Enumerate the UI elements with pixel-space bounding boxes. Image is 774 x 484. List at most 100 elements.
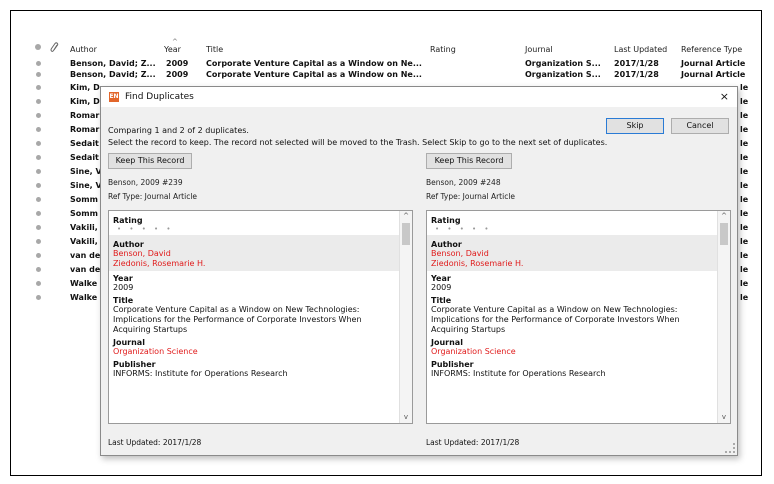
year-label: Year: [113, 274, 133, 283]
publisher-label: Publisher: [431, 360, 474, 369]
cell-author: Walke: [70, 293, 98, 302]
record-id-left: Benson, 2009 #239: [108, 178, 183, 187]
keep-record-right-button[interactable]: Keep This Record: [426, 153, 512, 169]
cell-author: Somm: [70, 195, 98, 204]
last-updated-right: Last Updated: 2017/1/28: [426, 438, 520, 447]
title-value: Corporate Venture Capital as a Window on…: [113, 305, 362, 334]
instructions-text: Select the record to keep. The record no…: [108, 138, 608, 147]
column-rating[interactable]: Rating: [430, 45, 456, 54]
cell-author: Vakili,: [70, 223, 98, 232]
close-icon[interactable]: ×: [720, 90, 729, 103]
cell-ref-type: le: [740, 139, 749, 148]
scroll-up-icon[interactable]: ^: [400, 212, 412, 220]
record-pane-right[interactable]: Rating • • • • • Author Benson, David Zi…: [426, 210, 731, 424]
scrollbar-right[interactable]: ^ v: [717, 211, 730, 423]
scroll-up-icon[interactable]: ^: [718, 212, 730, 220]
scroll-thumb[interactable]: [402, 223, 410, 245]
year-value: 2009: [431, 283, 452, 292]
dialog-title-bar[interactable]: EN Find Duplicates ×: [101, 87, 737, 107]
read-status-dot: [36, 267, 41, 272]
cell-ref-type: le: [740, 181, 749, 190]
read-status-dot: [36, 85, 41, 90]
cell-ref-type: le: [740, 209, 749, 218]
cell-last-updated: 2017/1/28: [614, 59, 659, 68]
cell-author: Romar: [70, 125, 100, 134]
cell-ref-type: Journal Article: [681, 59, 746, 68]
column-title[interactable]: Title: [206, 45, 223, 54]
library-header-row: Author ^ Year Title Rating Journal Last U…: [30, 38, 762, 56]
ref-type-left: Ref Type: Journal Article: [108, 192, 198, 201]
cancel-button[interactable]: Cancel: [671, 118, 729, 134]
read-status-dot: [36, 113, 41, 118]
cell-ref-type: le: [740, 265, 749, 274]
read-status-column-icon[interactable]: [34, 43, 42, 53]
read-status-dot: [36, 61, 41, 66]
read-status-dot: [36, 155, 41, 160]
resize-grip-icon[interactable]: [725, 443, 735, 453]
rating-stars[interactable]: • • • • •: [113, 225, 399, 233]
cell-author: Vakili,: [70, 237, 98, 246]
journal-value: Organization Science: [431, 347, 516, 356]
year-label: Year: [431, 274, 451, 283]
cell-author: van de: [70, 265, 101, 274]
cell-author: Kim, D: [70, 83, 100, 92]
skip-button[interactable]: Skip: [606, 118, 664, 134]
read-status-dot: [36, 239, 41, 244]
record-fields-right: Rating • • • • • Author Benson, David Zi…: [427, 211, 717, 379]
read-status-dot: [36, 141, 41, 146]
scroll-thumb[interactable]: [720, 223, 728, 245]
read-status-dot: [36, 183, 41, 188]
cell-journal: Organization S...: [525, 70, 601, 79]
cell-title: Corporate Venture Capital as a Window on…: [206, 59, 422, 68]
endnote-app-icon: EN: [109, 92, 119, 102]
author-value: Benson, David: [431, 249, 489, 258]
record-fields-left: Rating • • • • • Author Benson, David Zi…: [109, 211, 399, 379]
cell-ref-type: le: [740, 167, 749, 176]
rating-label: Rating: [113, 216, 143, 225]
keep-record-left-button[interactable]: Keep This Record: [108, 153, 192, 169]
scroll-down-icon[interactable]: v: [400, 413, 412, 421]
journal-label: Journal: [113, 338, 145, 347]
scroll-down-icon[interactable]: v: [718, 413, 730, 421]
author-value: Benson, David: [113, 249, 171, 258]
cell-year: 2009: [166, 70, 189, 79]
cell-ref-type: le: [740, 251, 749, 260]
record-pane-left[interactable]: Rating • • • • • Author Benson, David Zi…: [108, 210, 413, 424]
rating-label: Rating: [431, 216, 461, 225]
paperclip-icon[interactable]: [50, 42, 60, 56]
scrollbar-left[interactable]: ^ v: [399, 211, 412, 423]
journal-label: Journal: [431, 338, 463, 347]
cell-author: Sine, V: [70, 181, 102, 190]
column-journal[interactable]: Journal: [525, 45, 553, 54]
rating-stars[interactable]: • • • • •: [431, 225, 717, 233]
cell-ref-type: le: [740, 223, 749, 232]
cell-author: Benson, David; Z...: [70, 70, 156, 79]
cell-author: Walke: [70, 279, 98, 288]
column-year[interactable]: ^ Year: [164, 38, 181, 54]
column-author[interactable]: Author: [70, 45, 97, 54]
read-status-dot: [36, 281, 41, 286]
cell-author: Sedait: [70, 153, 99, 162]
column-last-updated[interactable]: Last Updated: [614, 45, 667, 54]
cell-author: Benson, David; Z...: [70, 59, 156, 68]
read-status-dot: [36, 295, 41, 300]
cell-ref-type: le: [740, 293, 749, 302]
table-row[interactable]: Benson, David; Z... 2009 Corporate Ventu…: [30, 58, 762, 69]
cell-year: 2009: [166, 59, 189, 68]
column-reference-type[interactable]: Reference Type: [681, 45, 742, 54]
publisher-value: INFORMS: Institute for Operations Resear…: [431, 369, 606, 378]
cell-author: Sine, V: [70, 167, 102, 176]
read-status-dot: [36, 225, 41, 230]
read-status-dot: [36, 99, 41, 104]
journal-value: Organization Science: [113, 347, 198, 356]
cell-author: Kim, D: [70, 97, 100, 106]
cell-ref-type: le: [740, 279, 749, 288]
cell-ref-type: le: [740, 125, 749, 134]
table-row[interactable]: Benson, David; Z... 2009 Corporate Ventu…: [30, 69, 762, 80]
sort-arrow-icon: ^: [172, 38, 178, 46]
read-status-dot: [36, 211, 41, 216]
year-value: 2009: [113, 283, 134, 292]
title-value: Corporate Venture Capital as a Window on…: [431, 305, 680, 334]
column-year-label: Year: [164, 45, 181, 54]
cell-ref-type: le: [740, 97, 749, 106]
